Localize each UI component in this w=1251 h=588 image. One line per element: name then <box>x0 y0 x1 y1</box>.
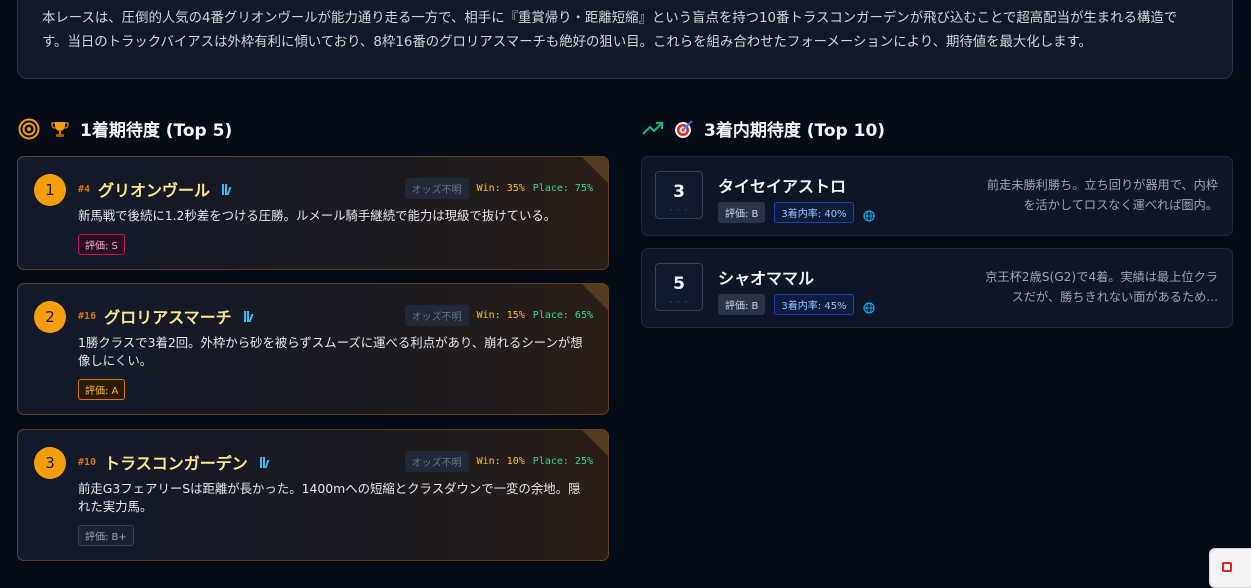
horse-number-box: 3 - - - <box>655 171 703 219</box>
horse-comment: 京王杯2歳S(G2)で4着。実績は最上位クラスだが、勝ちきれない面があるため..… <box>985 270 1218 304</box>
target-icon <box>18 118 40 140</box>
place-rate: Place: 65% <box>532 310 593 321</box>
card-title-row: #16 グロリアスマーチ <box>78 304 254 328</box>
dart-target-icon <box>673 118 695 140</box>
place-rate-badge: 3着内率: 45% <box>774 294 854 315</box>
horse-number: #10 <box>78 456 97 468</box>
grade-badge: 評価: S <box>78 234 125 255</box>
card-title-row: #10 トラスコンガーデン <box>78 450 270 474</box>
place-section-title: 3着内期待度 (Top 10) <box>704 121 886 141</box>
summary-line-1: 本レースは、圧倒的人気の4番グリオンヴールが能力通り走る一方で、相手に『重賞帰り… <box>42 11 1178 26</box>
globe-icon[interactable] <box>862 299 875 314</box>
horse-name: グリオンヴール <box>98 181 211 200</box>
card-description: 新馬戦で後続に1.2秒差をつける圧勝。ルメール騎手継続で能力は現級で抜けている。 <box>78 208 557 223</box>
place-card[interactable]: 5 - - - シャオママル 評価: B 3着内率: 45% 京王杯2歳S(G2… <box>641 248 1233 328</box>
rank-badge: 3 <box>34 447 66 479</box>
card-title-row: #4 グリオンヴール <box>78 177 232 201</box>
globe-icon[interactable] <box>862 207 875 222</box>
horse-name: グロリアスマーチ <box>104 308 232 327</box>
summary-line-2: す。当日のトラックバイアスは外枠有利に傾いており、8枠16番のグロリアスマーチも… <box>42 35 1092 50</box>
horse-name: トラスコンガーデン <box>104 454 248 473</box>
eval-badge: 評価: B <box>718 294 766 315</box>
horse-number: #4 <box>78 183 91 195</box>
trending-up-icon <box>642 118 664 140</box>
place-rate-badge: 3着内率: 40% <box>774 202 854 223</box>
horse-name: シャオママル <box>718 269 815 288</box>
odds-badge: オッズ不明 <box>404 451 469 472</box>
win-rate: Win: 15% <box>476 310 525 321</box>
odds-badge: オッズ不明 <box>404 178 469 199</box>
horse-number: #16 <box>78 310 97 322</box>
win-section-title: 1着期待度 (Top 5) <box>80 121 233 141</box>
card-stats: オッズ不明 Win: 15% Place: 65% <box>404 305 593 326</box>
number-box-dashes: - - - <box>669 297 689 306</box>
number-box-dashes: - - - <box>669 205 689 214</box>
place-section-header: 3着内期待度 (Top 10) <box>642 116 885 141</box>
card-stats: オッズ不明 Win: 35% Place: 75% <box>404 178 593 199</box>
place-badges: 評価: B 3着内率: 45% <box>718 294 875 315</box>
place-badges: 評価: B 3着内率: 40% <box>718 202 875 223</box>
race-summary-box: 本レースは、圧倒的人気の4番グリオンヴールが能力通り走る一方で、相手に『重賞帰り… <box>17 0 1233 79</box>
trophy-icon <box>49 118 71 140</box>
floating-widget[interactable] <box>1209 548 1251 588</box>
place-card[interactable]: 3 - - - タイセイアストロ 評価: B 3着内率: 40% 前走未勝利勝ち… <box>641 156 1233 236</box>
card-description: 1勝クラスで3着2回。外枠から砂を被らずスムーズに運べる利点があり、崩れるシーン… <box>78 335 583 368</box>
win-card[interactable]: 1 #4 グリオンヴール オッズ不明 Win: 35% Place: 75% 新… <box>17 156 609 270</box>
win-card[interactable]: 2 #16 グロリアスマーチ オッズ不明 Win: 15% Place: 65%… <box>17 283 609 415</box>
grade-badge: 評価: A <box>78 379 126 400</box>
card-stats: オッズ不明 Win: 10% Place: 25% <box>404 451 593 472</box>
summary-text: 本レースは、圧倒的人気の4番グリオンヴールが能力通り走る一方で、相手に『重賞帰り… <box>42 7 1208 55</box>
grade-badge: 評価: B+ <box>78 525 134 546</box>
win-section-header: 1着期待度 (Top 5) <box>18 116 232 141</box>
bar-chart-icon <box>222 183 232 195</box>
rank-badge: 1 <box>34 174 66 206</box>
bar-chart-icon <box>243 310 254 322</box>
rank-badge: 2 <box>34 301 66 333</box>
win-rate: Win: 10% <box>476 456 525 467</box>
place-rate: Place: 75% <box>532 183 593 194</box>
horse-number: 5 <box>673 274 685 294</box>
horse-comment: 前走未勝利勝ち。立ち回りが器用で、内枠を活かしてロスなく運べれば圏内。 <box>986 178 1218 212</box>
bar-chart-icon <box>259 456 270 468</box>
horse-number-box: 5 - - - <box>655 263 703 311</box>
place-rate: Place: 25% <box>532 456 593 467</box>
widget-icon <box>1222 562 1232 572</box>
horse-name: タイセイアストロ <box>718 177 847 196</box>
horse-number: 3 <box>673 182 685 202</box>
odds-badge: オッズ不明 <box>404 305 469 326</box>
win-rate: Win: 35% <box>476 183 525 194</box>
win-card[interactable]: 3 #10 トラスコンガーデン オッズ不明 Win: 10% Place: 25… <box>17 429 609 561</box>
card-description: 前走G3フェアリーSは距離が長かった。1400mへの短縮とクラスダウンで一変の余… <box>78 481 581 514</box>
eval-badge: 評価: B <box>718 202 766 223</box>
